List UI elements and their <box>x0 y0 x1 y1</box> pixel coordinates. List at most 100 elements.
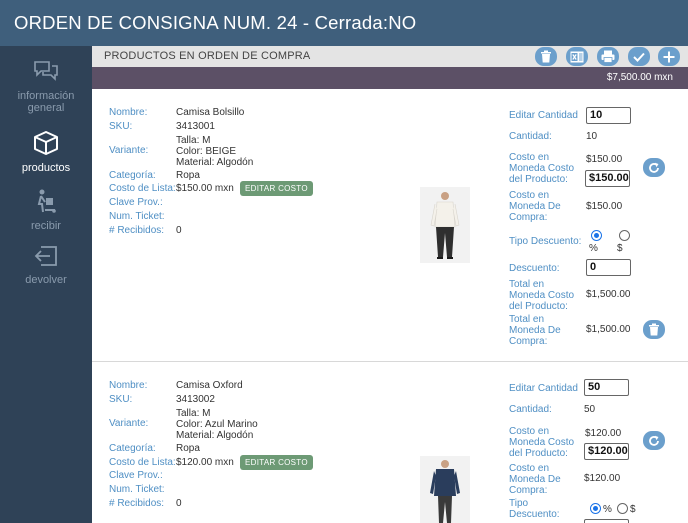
product-currency-cost: $150.00 <box>586 154 623 165</box>
product-cost-input[interactable]: $120.00 <box>584 443 629 460</box>
dollar-label: $ <box>630 504 636 515</box>
product-cost-input[interactable]: $150.00 <box>585 170 630 187</box>
variant-color: Color: BEIGE <box>176 146 237 157</box>
costo-compra-label-line: Compra: <box>509 212 548 223</box>
costo-compra-label-line: Moneda De <box>509 201 561 212</box>
quantity-input[interactable]: 50 <box>584 379 629 396</box>
export-excel-button[interactable] <box>566 47 588 66</box>
total-producto-label-line: del Producto: <box>509 301 568 312</box>
sidebar-item-recibir[interactable]: recibir <box>0 188 92 232</box>
product-image <box>420 187 470 263</box>
trash-icon <box>649 323 659 336</box>
excel-icon <box>570 51 584 62</box>
costo-producto-label-line: del Producto: <box>509 174 568 185</box>
sidebar-item-productos[interactable]: productos <box>0 130 92 174</box>
order-total-bar: $7,500.00 mxn <box>92 67 688 89</box>
purchase-currency-total: $1,500.00 <box>586 324 631 335</box>
plus-icon <box>663 51 675 62</box>
variant-color: Color: Azul Marino <box>176 419 258 430</box>
purchase-currency-cost: $120.00 <box>584 473 621 484</box>
costo-compra-label-line: Compra: <box>509 485 548 496</box>
clave-prov-label: Clave Prov.: <box>109 470 163 481</box>
discount-amount-radio[interactable] <box>619 230 630 241</box>
categoria-label: Categoría: <box>109 170 156 181</box>
products-toolbar: PRODUCTOS EN ORDEN DE COMPRA <box>92 46 688 67</box>
chat-bubbles-icon <box>34 61 58 81</box>
refresh-cost-button[interactable] <box>643 158 665 177</box>
return-arrow-icon <box>34 246 57 266</box>
sidebar-item-informacion-general[interactable]: información general <box>0 60 92 114</box>
sidebar-item-label: productos <box>21 162 71 174</box>
cantidad-label: Cantidad: <box>509 131 552 142</box>
tipo-descuento-label: Tipo Descuento: <box>509 236 582 247</box>
discount-percent-radio[interactable] <box>591 230 602 241</box>
discount-percent-radio[interactable] <box>590 503 601 514</box>
hand-truck-icon <box>37 189 56 213</box>
print-button[interactable] <box>597 47 619 66</box>
variant-size: Talla: M <box>176 135 211 146</box>
total-producto-label-line: Total en <box>509 279 545 290</box>
order-total-amount: $7,500.00 mxn <box>606 72 673 83</box>
edit-cost-button[interactable]: EDITAR COSTO <box>240 455 313 470</box>
costo-compra-label-line: Moneda De <box>509 474 561 485</box>
costo-lista-label: Costo de Lista: <box>109 183 176 194</box>
edit-cost-button[interactable]: EDITAR COSTO <box>240 181 313 196</box>
total-compra-label-line: Compra: <box>509 336 548 347</box>
product-category: Ropa <box>176 443 200 454</box>
costo-producto-label-line: del Producto: <box>509 448 568 459</box>
refresh-icon <box>649 435 659 446</box>
discount-amount-radio[interactable] <box>617 503 628 514</box>
purchase-currency-cost: $150.00 <box>586 201 623 212</box>
product-card: Nombre: Camisa Oxford SKU: 3413002 Varia… <box>92 362 688 523</box>
sidebar-item-devolver[interactable]: devolver <box>0 244 92 286</box>
cantidad-label: Cantidad: <box>509 404 552 415</box>
product-image <box>420 456 470 523</box>
dollar-label: $ <box>617 243 623 254</box>
page-title: ORDEN DE CONSIGNA NUM. 24 - Cerrada:NO <box>14 12 417 33</box>
trash-icon <box>541 50 551 63</box>
costo-producto-label-line: Costo en <box>509 152 550 163</box>
delete-product-button[interactable] <box>643 320 665 339</box>
discount-input[interactable] <box>584 519 629 523</box>
product-photo <box>430 192 460 259</box>
percent-label: % <box>603 504 612 515</box>
clave-prov-label: Clave Prov.: <box>109 197 163 208</box>
costo-compra-label-line: Costo en <box>509 190 550 201</box>
discount-input[interactable]: 0 <box>586 259 631 276</box>
total-producto-label-line: Moneda Costo <box>509 290 575 301</box>
product-currency-cost: $120.00 <box>585 428 622 439</box>
quantity-value: 50 <box>584 404 596 415</box>
refresh-icon <box>649 162 659 173</box>
quantity-input[interactable]: 10 <box>586 107 631 124</box>
costo-producto-label-line: Moneda Costo <box>509 163 575 174</box>
print-icon <box>601 50 615 63</box>
variante-label: Variante: <box>109 145 149 156</box>
received-count: 0 <box>176 498 182 509</box>
sidebar: información general productos recibir de… <box>0 46 92 523</box>
quantity-value: 10 <box>586 131 598 142</box>
costo-producto-label-line: Moneda Costo <box>509 437 575 448</box>
variante-label: Variante: <box>109 418 149 429</box>
product-card: Nombre: Camisa Bolsillo SKU: 3413001 Var… <box>92 89 688 361</box>
costo-producto-label-line: Costo en <box>509 426 550 437</box>
received-count: 0 <box>176 225 182 236</box>
num-ticket-label: Num. Ticket: <box>109 484 165 495</box>
delete-button[interactable] <box>535 47 557 66</box>
product-category: Ropa <box>176 170 200 181</box>
confirm-button[interactable] <box>628 47 650 66</box>
add-product-button[interactable] <box>658 47 680 66</box>
list-cost: $150.00 mxn <box>176 183 234 194</box>
editar-cantidad-label: Editar Cantidad <box>509 383 578 394</box>
descuento-label: Descuento: <box>509 263 560 274</box>
sidebar-item-label: recibir <box>31 220 61 232</box>
variant-material: Material: Algodón <box>176 157 254 168</box>
product-sku: 3413001 <box>176 121 215 132</box>
num-ticket-label: Num. Ticket: <box>109 211 165 222</box>
tipo-label: Tipo <box>509 498 529 509</box>
editar-cantidad-label: Editar Cantidad <box>509 110 578 121</box>
refresh-cost-button[interactable] <box>643 431 665 450</box>
check-icon <box>633 52 645 62</box>
nombre-label: Nombre: <box>109 107 148 118</box>
sidebar-item-label: general <box>27 102 65 114</box>
total-compra-label-line: Moneda De <box>509 325 561 336</box>
